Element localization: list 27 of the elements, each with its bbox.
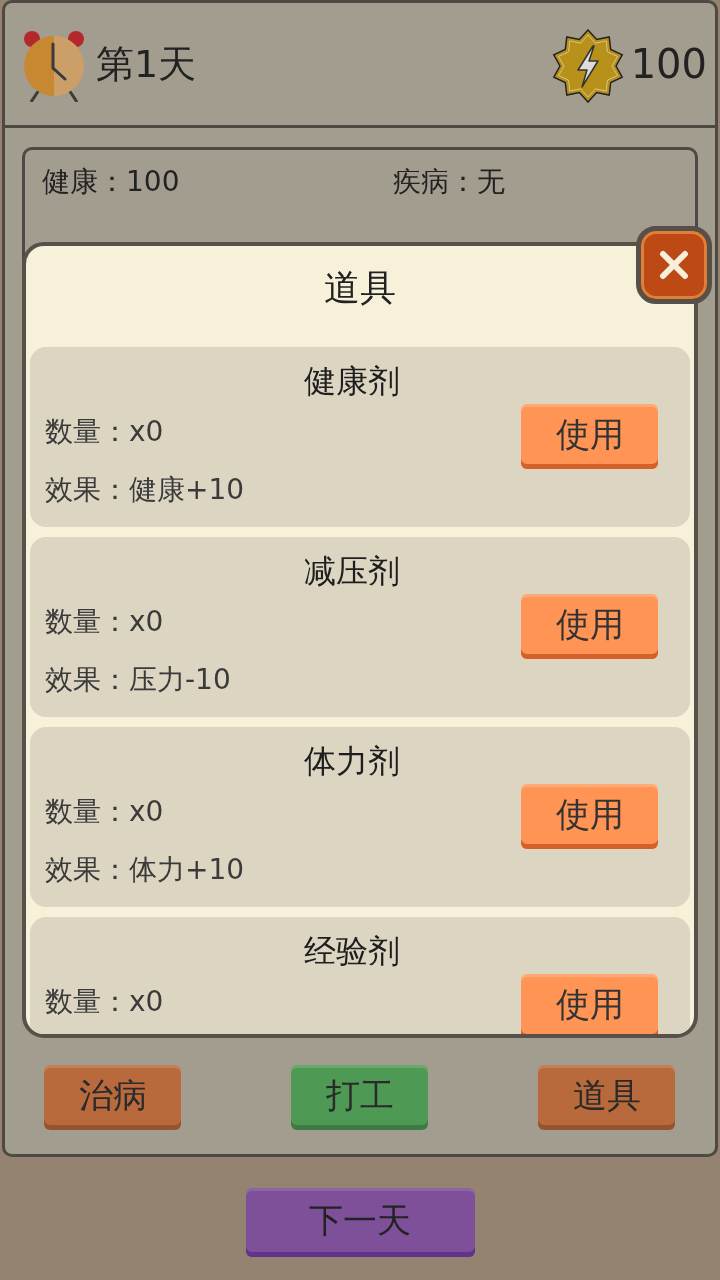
item-name: 减压剂 (303, 551, 400, 591)
item-quantity: 数量：x0 (45, 604, 164, 640)
item-quantity: 数量：x0 (45, 414, 164, 450)
action-button[interactable]: 打工 (291, 1065, 428, 1130)
dialog-title: 道具 (324, 266, 396, 310)
energy-lightning-icon (550, 29, 625, 103)
close-icon (658, 249, 690, 281)
close-button[interactable] (636, 226, 712, 304)
use-button[interactable]: 使用 (521, 974, 658, 1034)
day-counter: 第1天 (96, 40, 197, 88)
item-name: 体力剂 (303, 741, 400, 781)
energy-value: 100 (630, 41, 707, 87)
use-button[interactable]: 使用 (521, 404, 658, 469)
item-name: 经验剂 (303, 931, 400, 971)
item-effect: 效果：压力-10 (45, 662, 231, 698)
use-button[interactable]: 使用 (521, 784, 658, 849)
action-button[interactable]: 治病 (44, 1065, 181, 1130)
stat-text: 健康：100 (42, 164, 180, 200)
use-button[interactable]: 使用 (521, 594, 658, 659)
item-effect: 效果：体力+10 (45, 852, 245, 888)
item-effect: 效果：健康+10 (45, 472, 245, 508)
alarm-clock-icon (22, 30, 86, 102)
item-quantity: 数量：x0 (45, 794, 164, 830)
stat-text: 疾病：无 (393, 164, 505, 200)
item-quantity: 数量：x0 (45, 984, 164, 1020)
action-button[interactable]: 道具 (538, 1065, 675, 1130)
item-name: 健康剂 (303, 361, 400, 401)
